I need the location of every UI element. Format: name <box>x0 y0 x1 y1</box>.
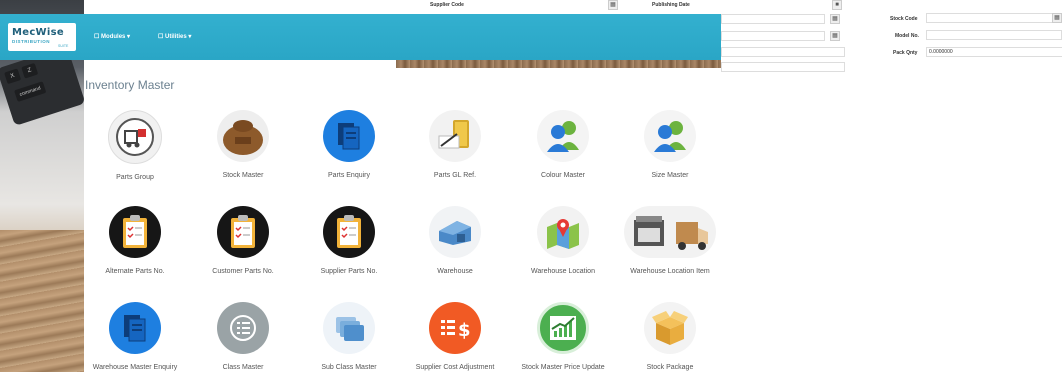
pack-qty-label: Pack Qnty <box>893 50 918 56</box>
logo-text: MecWise <box>12 27 64 38</box>
panel-title: Inventory Master <box>85 78 175 92</box>
calendar-button[interactable]: ▦ <box>830 14 840 24</box>
forklift-icon <box>108 110 162 164</box>
tile-size-master[interactable]: Size Master <box>619 110 721 179</box>
tile-class-master[interactable]: Class Master <box>192 302 294 371</box>
nav-modules[interactable]: ☐ Modules ▾ <box>94 33 130 40</box>
calendar-button[interactable]: ▦ <box>608 0 618 10</box>
background-field[interactable] <box>721 31 825 41</box>
stock-code-label: Stock Code <box>890 16 918 22</box>
tile-warehouse-master-enquiry[interactable]: Warehouse Master Enquiry <box>84 302 186 371</box>
svg-text:$: $ <box>458 320 471 341</box>
company-logo[interactable]: MecWise DISTRIBUTION SUITE <box>8 23 76 51</box>
tile-colour-master[interactable]: Colour Master <box>512 110 614 179</box>
tile-warehouse-location-item[interactable]: Warehouse Location Item <box>619 206 721 275</box>
inventory-master-panel: Inventory Master Parts Group Stock Maste… <box>84 68 721 372</box>
model-no-label: Model No. <box>895 33 919 39</box>
key-x: X <box>4 68 22 85</box>
nav-utilities[interactable]: ☐ Utilities ▾ <box>158 33 191 40</box>
tile-label: Customer Parts No. <box>212 268 274 275</box>
tile-warehouse[interactable]: Warehouse <box>404 206 506 275</box>
sack-icon <box>217 110 269 162</box>
tile-stock-master-price-update[interactable]: Stock Master Price Update <box>512 302 614 371</box>
tile-supplier-cost-adjustment[interactable]: $ Supplier Cost Adjustment <box>404 302 506 371</box>
clipboard-icon <box>109 206 161 258</box>
tile-label: Stock Package <box>646 364 694 371</box>
warehouse-icon <box>429 206 481 258</box>
truck-icon <box>624 206 716 258</box>
tile-label: Warehouse Location <box>531 268 595 275</box>
tile-label: Supplier Cost Adjustment <box>415 364 495 371</box>
tile-warehouse-location[interactable]: Warehouse Location <box>512 206 614 275</box>
background-field[interactable] <box>721 62 845 72</box>
tile-supplier-parts-no[interactable]: Supplier Parts No. <box>298 206 400 275</box>
tile-label: Colour Master <box>541 172 585 179</box>
background-field[interactable] <box>721 47 845 57</box>
key-command: command <box>14 81 47 102</box>
list-icon <box>217 302 269 354</box>
pack-qty-field[interactable]: 0.0000000 <box>926 47 1062 57</box>
cost-list-icon: $ <box>429 302 481 354</box>
tile-label: Parts GL Ref. <box>433 172 477 179</box>
users-icon <box>537 110 589 162</box>
tile-customer-parts-no[interactable]: Customer Parts No. <box>192 206 294 275</box>
tile-label: Sub Class Master <box>321 364 377 371</box>
tile-sub-class-master[interactable]: Sub Class Master <box>298 302 400 371</box>
tile-label: Size Master <box>651 172 689 179</box>
wood-desk <box>0 230 84 372</box>
tile-label: Stock Master Price Update <box>521 364 605 371</box>
key-z: Z <box>21 62 39 79</box>
tile-alternate-parts-no[interactable]: Alternate Parts No. <box>84 206 186 275</box>
clipboard-icon <box>217 206 269 258</box>
model-no-field[interactable] <box>926 30 1062 40</box>
calendar-button[interactable]: ▦ <box>830 31 840 41</box>
tile-stock-package[interactable]: Stock Package <box>619 302 721 371</box>
clipboard-icon <box>323 206 375 258</box>
users-icon <box>644 110 696 162</box>
box-icon <box>644 302 696 354</box>
tile-label: Stock Master <box>222 172 264 179</box>
tile-stock-master[interactable]: Stock Master <box>192 110 294 179</box>
app-header: MecWise DISTRIBUTION SUITE ☐ Modules ▾ ☐… <box>0 14 721 60</box>
map-pin-icon <box>537 206 589 258</box>
chart-up-icon <box>537 302 589 354</box>
documents-icon <box>109 302 161 354</box>
supplier-code-label: Supplier Code <box>430 2 464 8</box>
documents-icon <box>323 110 375 162</box>
stock-code-field[interactable] <box>926 13 1054 23</box>
cards-icon <box>323 302 375 354</box>
delete-icon[interactable]: ■ <box>832 0 842 10</box>
tile-parts-gl-ref[interactable]: Parts GL Ref. <box>404 110 506 179</box>
tile-label: Supplier Parts No. <box>320 268 378 275</box>
tile-parts-group[interactable]: Parts Group <box>84 110 186 181</box>
tile-parts-enquiry[interactable]: Parts Enquiry <box>298 110 400 179</box>
logo-tag: SUITE <box>58 44 69 48</box>
tile-label: Warehouse Location Item <box>630 268 710 275</box>
background-field[interactable] <box>721 14 825 24</box>
tile-label: Warehouse Master Enquiry <box>92 364 178 371</box>
folder-pen-icon <box>429 110 481 162</box>
tile-label: Class Master <box>222 364 264 371</box>
tile-label: Parts Enquiry <box>327 172 371 179</box>
publishing-date-label: Publishing Date <box>652 2 690 8</box>
lookup-button[interactable]: ▦ <box>1052 13 1062 23</box>
tile-label: Warehouse <box>437 268 473 275</box>
tile-label: Alternate Parts No. <box>105 268 165 275</box>
tile-label: Parts Group <box>116 174 154 181</box>
wood-strip <box>396 60 721 68</box>
logo-subtext: DISTRIBUTION <box>12 39 50 44</box>
